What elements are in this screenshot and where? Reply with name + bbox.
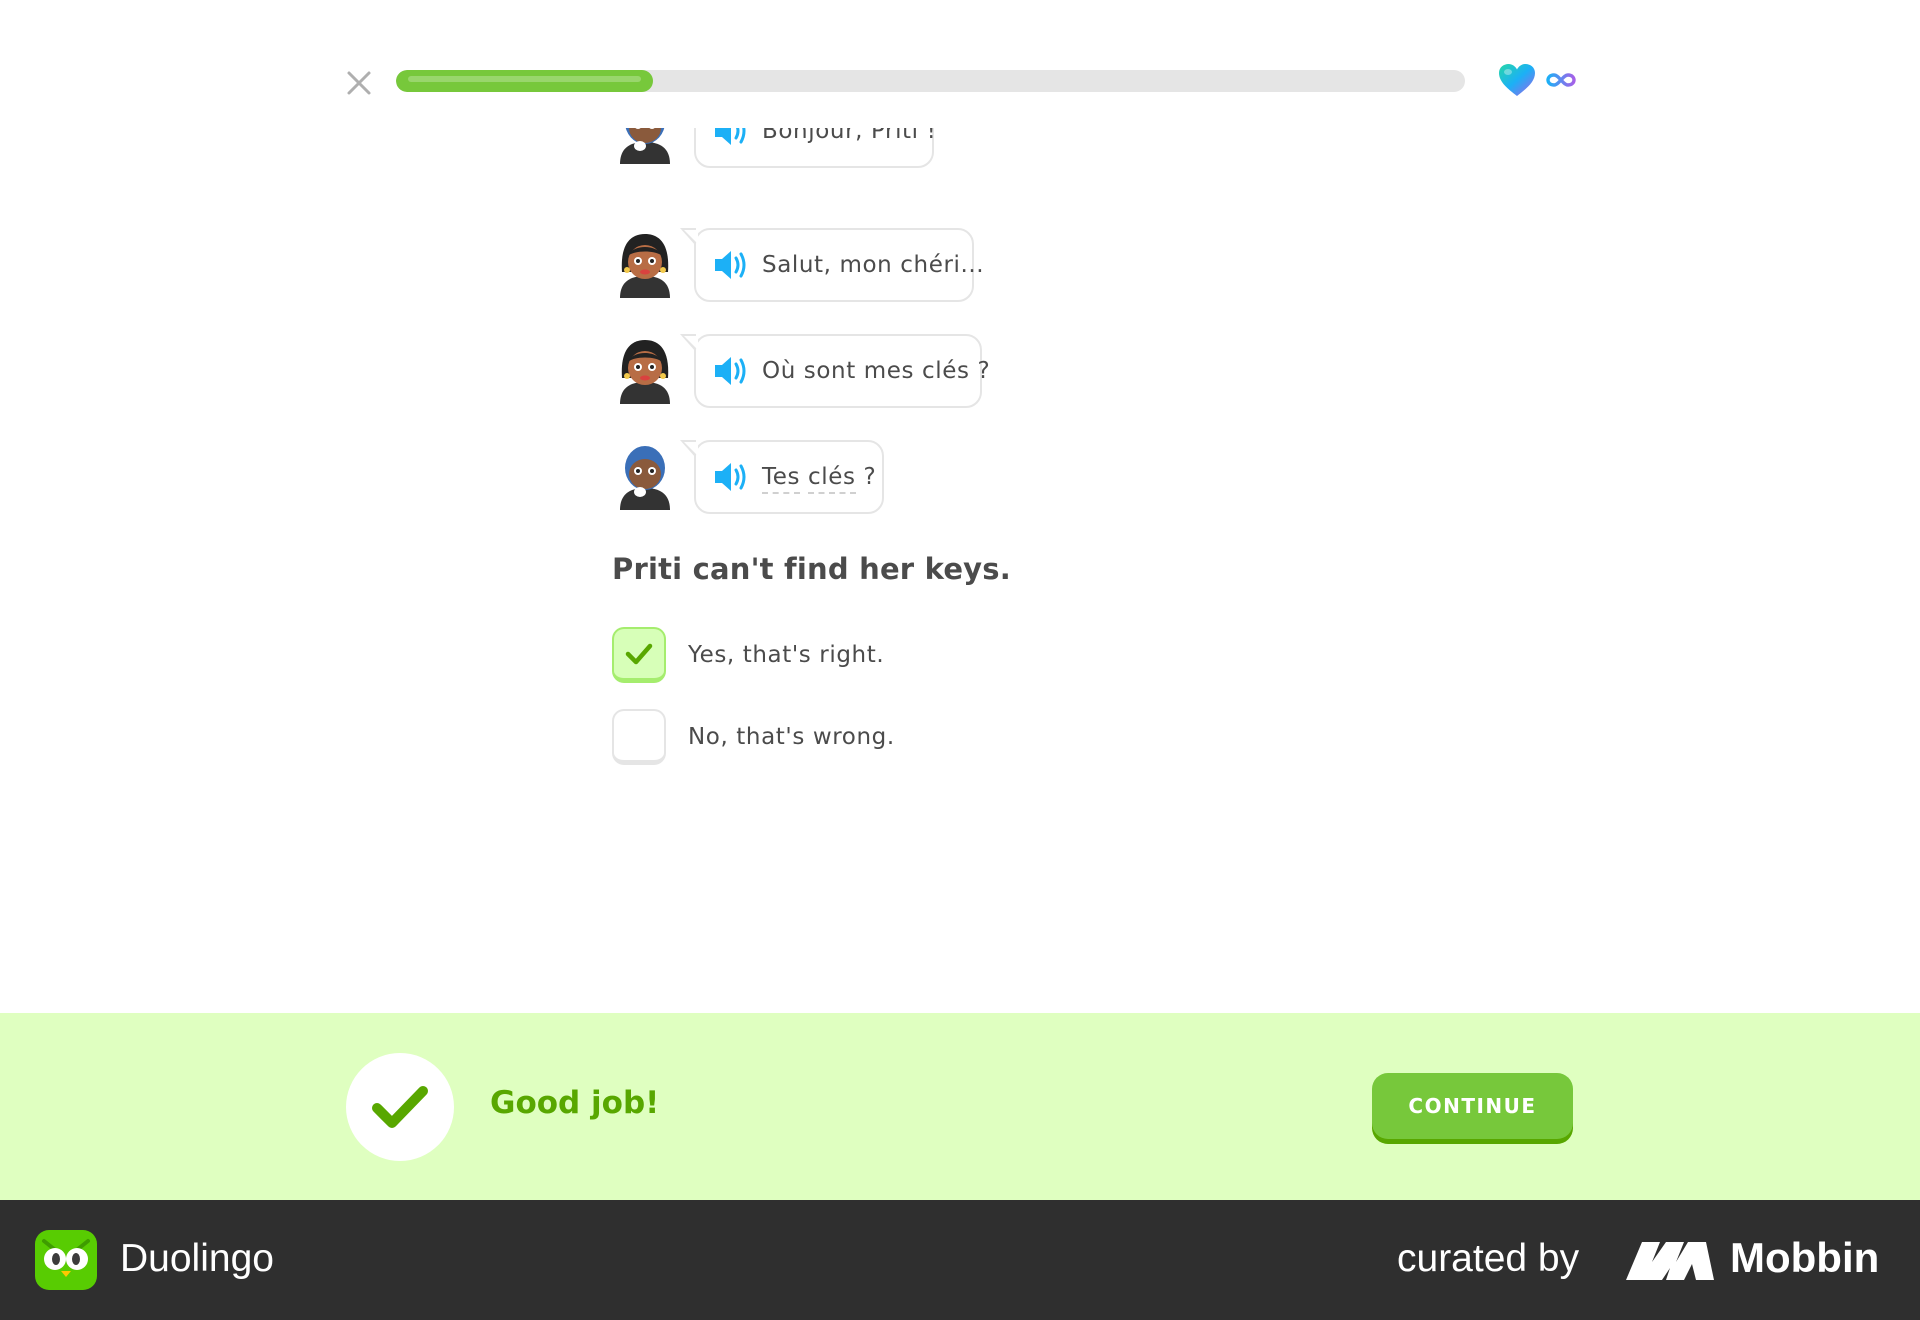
hearts-indicator bbox=[1498, 62, 1576, 98]
speech-bubble: Bonjour, Priti ! bbox=[694, 128, 937, 168]
speech-bubble: Où sont mes clés ? bbox=[680, 334, 990, 408]
priti-avatar-icon bbox=[620, 234, 670, 298]
speaker-icon[interactable] bbox=[712, 128, 752, 149]
dialogue-list: Bonjour, Priti ! Salut, mon chéri... Où … bbox=[0, 128, 1920, 528]
hint-word[interactable]: clés bbox=[808, 464, 856, 494]
punctuation: ? bbox=[863, 464, 877, 490]
progress-shine bbox=[408, 76, 641, 82]
hint-word[interactable]: Tes bbox=[762, 464, 801, 494]
speaker-icon[interactable] bbox=[712, 459, 752, 495]
dialogue-text: Tes clés ? bbox=[762, 464, 877, 494]
curated-label: curated by bbox=[1397, 1237, 1580, 1280]
checkmark-icon bbox=[372, 1086, 428, 1128]
brand-name: Mobbin bbox=[1730, 1234, 1880, 1281]
man-avatar-icon bbox=[620, 446, 670, 510]
attribution-banner: Duolingo curated by Mobbin bbox=[0, 1200, 1920, 1320]
speaker-icon[interactable] bbox=[712, 247, 752, 283]
checkmark-icon bbox=[625, 643, 653, 664]
speech-bubble: Salut, mon chéri... bbox=[680, 228, 984, 302]
heart-icon bbox=[1499, 64, 1535, 96]
feedback-title: Good job! bbox=[490, 1085, 660, 1121]
continue-button[interactable]: CONTINUE bbox=[1372, 1073, 1573, 1139]
dialogue-text: Salut, mon chéri... bbox=[762, 252, 985, 278]
infinity-icon bbox=[1546, 73, 1576, 87]
option-label: No, that's wrong. bbox=[688, 724, 895, 750]
mobbin-logo-icon bbox=[1626, 1242, 1714, 1280]
option-checkbox[interactable] bbox=[612, 627, 666, 683]
close-button[interactable] bbox=[342, 66, 376, 100]
question-prompt: Priti can't find her keys. bbox=[612, 552, 1011, 586]
lesson-progress-bar bbox=[396, 70, 1465, 92]
success-badge bbox=[346, 1053, 454, 1161]
dialogue-text: Bonjour, Priti ! bbox=[762, 128, 937, 144]
option-checkbox[interactable] bbox=[612, 709, 666, 765]
speech-bubble: Tes clés ? bbox=[680, 440, 884, 514]
priti-avatar-icon bbox=[620, 340, 670, 404]
close-icon bbox=[347, 71, 371, 95]
answer-option-no[interactable]: No, that's wrong. bbox=[612, 709, 895, 765]
feedback-panel: Good job! CONTINUE bbox=[0, 1013, 1920, 1200]
option-label: Yes, that's right. bbox=[688, 642, 885, 668]
duolingo-logo-icon bbox=[35, 1230, 97, 1290]
man-avatar-icon bbox=[620, 128, 670, 164]
answer-option-yes[interactable]: Yes, that's right. bbox=[612, 627, 884, 683]
app-name: Duolingo bbox=[120, 1237, 274, 1280]
speaker-icon[interactable] bbox=[712, 353, 752, 389]
dialogue-text: Où sont mes clés ? bbox=[762, 358, 991, 384]
